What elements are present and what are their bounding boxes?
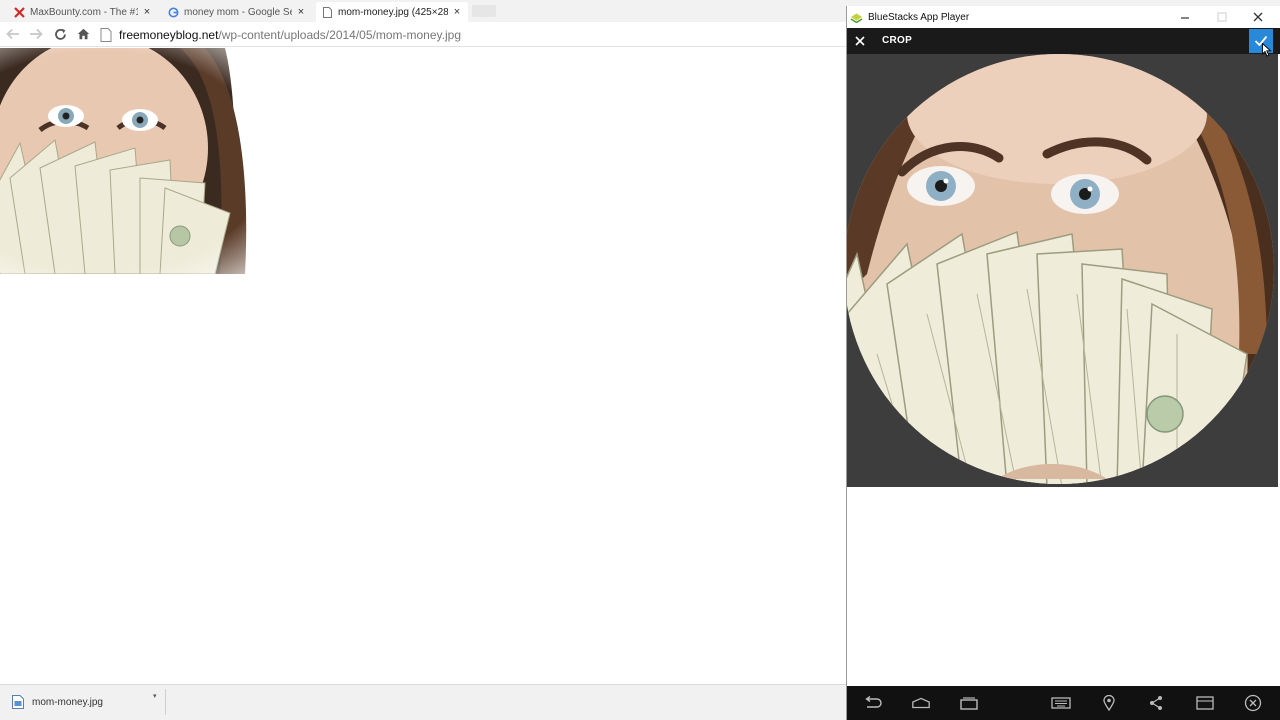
download-filename: mom-money.jpg [32,696,103,708]
screen-icon[interactable] [1195,694,1215,712]
tab-close-icon[interactable]: × [296,7,306,18]
home-icon[interactable] [911,694,931,712]
bluestacks-window: BlueStacks App Player CROP [846,6,1280,720]
tab-close-icon[interactable]: × [452,7,462,18]
window-close-icon[interactable] [1247,8,1269,26]
cancel-crop-icon[interactable] [853,34,867,48]
download-shelf: mom-money.jpg ▾ [0,684,846,720]
tab-mom-money-image[interactable]: mom-money.jpg (425×28 × [316,2,468,22]
keyboard-icon[interactable] [1051,694,1071,712]
crop-image-area[interactable] [847,54,1278,487]
crop-toolbar: CROP [847,28,1280,54]
download-item[interactable]: mom-money.jpg ▾ [4,689,166,715]
back-icon[interactable] [863,694,883,712]
page-info-icon[interactable] [100,27,112,42]
recent-apps-icon[interactable] [959,694,979,712]
tab-google-search[interactable]: money mom - Google Se × [162,2,312,22]
google-g-icon [168,7,179,18]
close-circle-icon[interactable] [1243,694,1263,712]
screen: MaxBounty.com - The #1 × money mom - Goo… [0,0,1280,720]
bluestacks-logo-icon [850,13,863,23]
address-bar[interactable]: freemoneyblog.net/wp-content/uploads/201… [100,24,844,45]
bluestacks-titlebar: BlueStacks App Player [847,6,1280,28]
window-title: BlueStacks App Player [868,11,970,23]
download-menu-caret-icon[interactable]: ▾ [153,692,161,700]
page-icon [322,6,333,18]
tab-close-icon[interactable]: × [142,7,152,18]
back-arrow-icon[interactable] [5,26,21,42]
url-path: /wp-content/uploads/2014/05/mom-money.jp… [218,27,461,42]
crop-title: CROP [882,35,913,46]
mouse-cursor-icon [1262,43,1272,57]
tab-maxbounty[interactable]: MaxBounty.com - The #1 × [8,2,158,22]
share-icon[interactable] [1146,694,1166,712]
tab-title: MaxBounty.com - The #1 [30,6,138,18]
image-file-icon [12,695,24,709]
maximize-icon[interactable] [1211,8,1233,26]
reload-icon[interactable] [52,26,68,42]
mom-money-image [0,48,340,274]
tab-title: mom-money.jpg (425×28 [338,6,448,18]
home-icon[interactable] [75,26,91,42]
android-nav-bar [847,686,1280,720]
empty-area [847,487,1278,686]
new-tab-button[interactable] [472,5,496,17]
url-host: freemoneyblog.net [119,27,219,42]
forward-arrow-icon[interactable] [28,26,44,42]
minimize-icon[interactable] [1174,8,1196,26]
tab-title: money mom - Google Se [184,6,292,18]
location-icon[interactable] [1099,694,1119,712]
maxbounty-x-icon [14,6,25,18]
